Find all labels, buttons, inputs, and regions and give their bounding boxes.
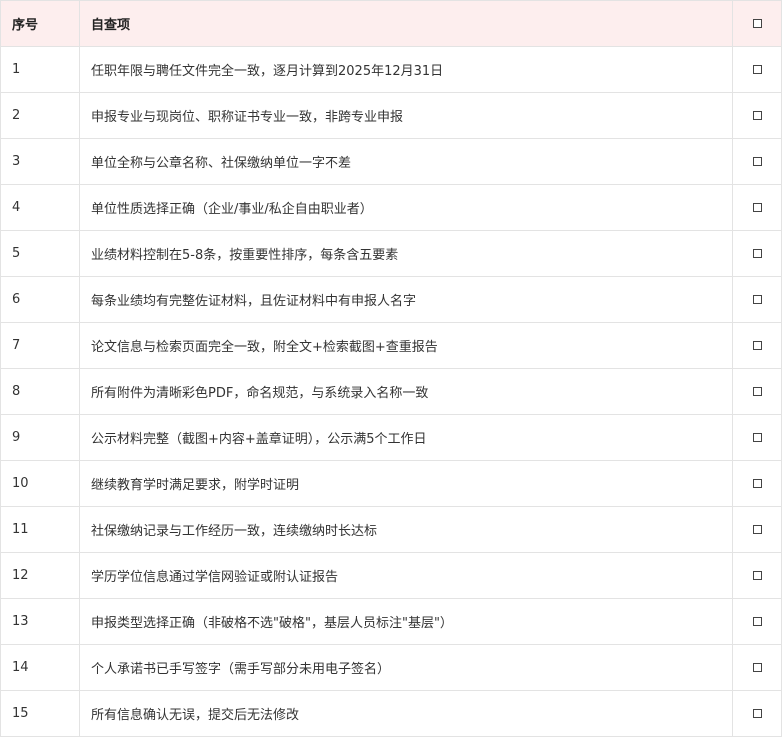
row-index: 14 xyxy=(0,644,80,691)
table-row: 13 申报类型选择正确（非破格不选"破格"，基层人员标注"基层"） xyxy=(0,598,782,645)
row-index: 7 xyxy=(0,322,80,369)
row-check-cell xyxy=(732,506,782,553)
row-check-cell xyxy=(732,92,782,139)
self-check-table: 序号 自查项 1 任职年限与聘任文件完全一致，逐月计算到2025年12月31日 2 申… xyxy=(0,0,782,737)
row-check-cell xyxy=(732,184,782,231)
row-index: 12 xyxy=(0,552,80,599)
table-body: 1 任职年限与聘任文件完全一致，逐月计算到2025年12月31日 2 申报专业与现岗位… xyxy=(0,46,782,737)
row-item: 个人承诺书已手写签字（需手写部分未用电子签名） xyxy=(79,644,733,691)
row-checkbox[interactable] xyxy=(752,111,762,120)
row-item: 业绩材料控制在5-8条，按重要性排序，每条含五要素 xyxy=(79,230,733,277)
header-index: 序号 xyxy=(0,0,80,47)
table-row: 8 所有附件为清晰彩色PDF，命名规范，与系统录入名称一致 xyxy=(0,368,782,415)
table-row: 5 业绩材料控制在5-8条，按重要性排序，每条含五要素 xyxy=(0,230,782,277)
row-index: 2 xyxy=(0,92,80,139)
row-check-cell xyxy=(732,368,782,415)
row-index: 15 xyxy=(0,690,80,737)
row-item: 社保缴纳记录与工作经历一致，连续缴纳时长达标 xyxy=(79,506,733,553)
row-item: 申报类型选择正确（非破格不选"破格"，基层人员标注"基层"） xyxy=(79,598,733,645)
row-checkbox[interactable] xyxy=(752,571,762,580)
select-all-checkbox[interactable] xyxy=(752,19,762,28)
row-check-cell xyxy=(732,552,782,599)
row-index: 13 xyxy=(0,598,80,645)
table-row: 1 任职年限与聘任文件完全一致，逐月计算到2025年12月31日 xyxy=(0,46,782,93)
row-checkbox[interactable] xyxy=(752,433,762,442)
row-index: 8 xyxy=(0,368,80,415)
row-check-cell xyxy=(732,322,782,369)
row-check-cell xyxy=(732,46,782,93)
row-item: 公示材料完整（截图+内容+盖章证明），公示满5个工作日 xyxy=(79,414,733,461)
header-row: 序号 自查项 xyxy=(0,0,782,47)
table-row: 6 每条业绩均有完整佐证材料，且佐证材料中有申报人名字 xyxy=(0,276,782,323)
row-index: 1 xyxy=(0,46,80,93)
row-check-cell xyxy=(732,138,782,185)
row-index: 11 xyxy=(0,506,80,553)
row-checkbox[interactable] xyxy=(752,387,762,396)
row-item: 申报专业与现岗位、职称证书专业一致，非跨专业申报 xyxy=(79,92,733,139)
row-checkbox[interactable] xyxy=(752,295,762,304)
row-item: 单位性质选择正确（企业/事业/私企自由职业者） xyxy=(79,184,733,231)
row-item: 每条业绩均有完整佐证材料，且佐证材料中有申报人名字 xyxy=(79,276,733,323)
row-check-cell xyxy=(732,414,782,461)
row-check-cell xyxy=(732,276,782,323)
table-row: 15 所有信息确认无误，提交后无法修改 xyxy=(0,690,782,737)
row-checkbox[interactable] xyxy=(752,65,762,74)
row-check-cell xyxy=(732,644,782,691)
row-index: 6 xyxy=(0,276,80,323)
row-index: 3 xyxy=(0,138,80,185)
table-row: 14 个人承诺书已手写签字（需手写部分未用电子签名） xyxy=(0,644,782,691)
row-checkbox[interactable] xyxy=(752,203,762,212)
row-item: 论文信息与检索页面完全一致，附全文+检索截图+查重报告 xyxy=(79,322,733,369)
header-check-cell xyxy=(732,0,782,47)
table-row: 7 论文信息与检索页面完全一致，附全文+检索截图+查重报告 xyxy=(0,322,782,369)
row-index: 5 xyxy=(0,230,80,277)
row-checkbox[interactable] xyxy=(752,249,762,258)
row-index: 9 xyxy=(0,414,80,461)
row-item: 所有信息确认无误，提交后无法修改 xyxy=(79,690,733,737)
row-item: 继续教育学时满足要求，附学时证明 xyxy=(79,460,733,507)
row-check-cell xyxy=(732,598,782,645)
table-row: 10 继续教育学时满足要求，附学时证明 xyxy=(0,460,782,507)
table-header: 序号 自查项 xyxy=(0,0,782,47)
row-item: 单位全称与公章名称、社保缴纳单位一字不差 xyxy=(79,138,733,185)
table-row: 4 单位性质选择正确（企业/事业/私企自由职业者） xyxy=(0,184,782,231)
header-item: 自查项 xyxy=(79,0,733,47)
table-row: 3 单位全称与公章名称、社保缴纳单位一字不差 xyxy=(0,138,782,185)
row-check-cell xyxy=(732,230,782,277)
row-check-cell xyxy=(732,690,782,737)
row-item: 任职年限与聘任文件完全一致，逐月计算到2025年12月31日 xyxy=(79,46,733,93)
table-row: 2 申报专业与现岗位、职称证书专业一致，非跨专业申报 xyxy=(0,92,782,139)
row-check-cell xyxy=(732,460,782,507)
row-item: 所有附件为清晰彩色PDF，命名规范，与系统录入名称一致 xyxy=(79,368,733,415)
table-row: 12 学历学位信息通过学信网验证或附认证报告 xyxy=(0,552,782,599)
row-item: 学历学位信息通过学信网验证或附认证报告 xyxy=(79,552,733,599)
table-row: 9 公示材料完整（截图+内容+盖章证明），公示满5个工作日 xyxy=(0,414,782,461)
row-index: 10 xyxy=(0,460,80,507)
row-checkbox[interactable] xyxy=(752,525,762,534)
row-checkbox[interactable] xyxy=(752,341,762,350)
row-checkbox[interactable] xyxy=(752,157,762,166)
row-checkbox[interactable] xyxy=(752,663,762,672)
row-index: 4 xyxy=(0,184,80,231)
row-checkbox[interactable] xyxy=(752,479,762,488)
row-checkbox[interactable] xyxy=(752,709,762,718)
row-checkbox[interactable] xyxy=(752,617,762,626)
table-row: 11 社保缴纳记录与工作经历一致，连续缴纳时长达标 xyxy=(0,506,782,553)
